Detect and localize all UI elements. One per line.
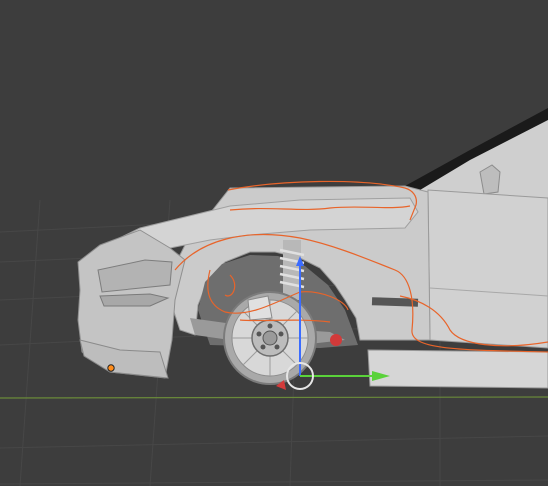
front-wheel[interactable] <box>223 291 317 385</box>
viewport-canvas[interactable] <box>0 0 548 486</box>
3d-viewport[interactable] <box>0 0 548 486</box>
front-door <box>427 189 548 349</box>
side-skirt <box>367 349 548 389</box>
origin-point[interactable] <box>107 364 115 372</box>
x-axis-line <box>0 396 548 399</box>
